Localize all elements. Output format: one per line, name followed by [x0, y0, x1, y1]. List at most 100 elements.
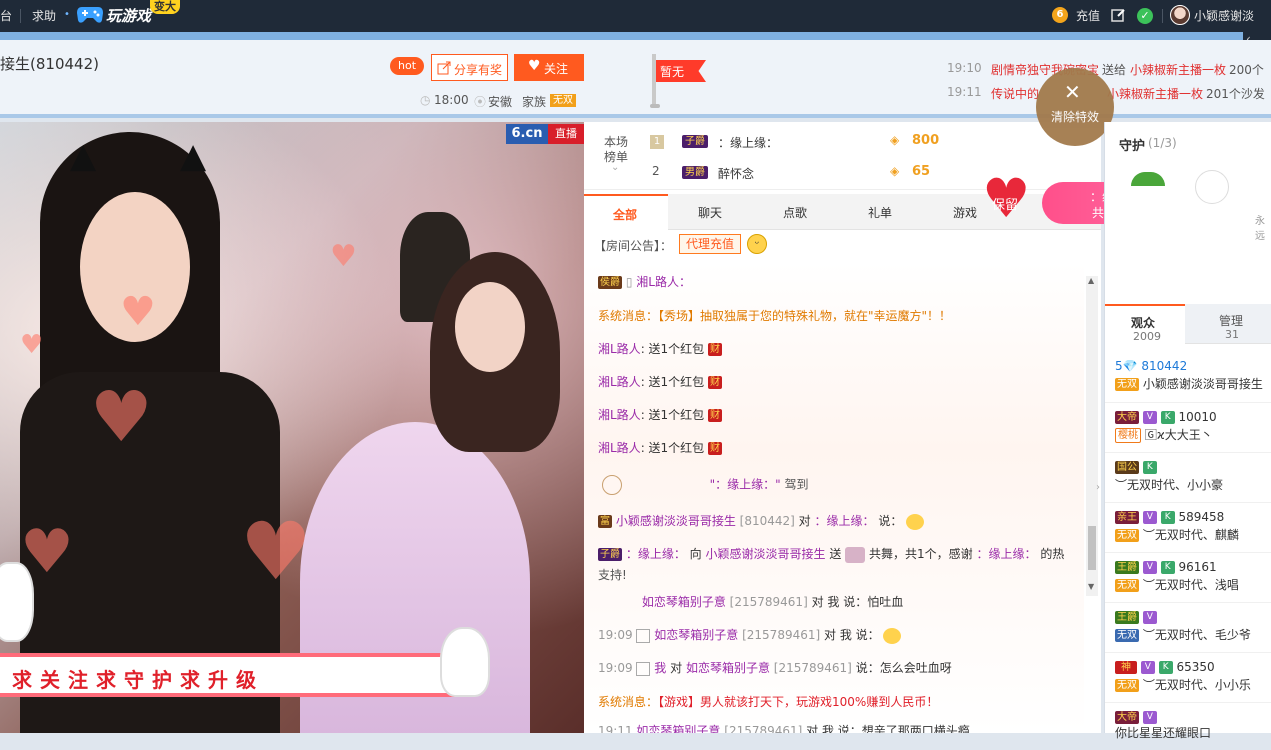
chat-username[interactable]: 小颖感谢淡淡哥哥接生: [616, 514, 736, 528]
user-id: [215789461]: [724, 724, 803, 733]
user-nickname: ︶无双时代、小小乐: [1142, 678, 1251, 692]
vip-icon: V: [1142, 711, 1157, 724]
noble-badge: 国公: [1115, 461, 1139, 474]
user-id: [810442]: [739, 514, 795, 528]
topbar-link-help[interactable]: 求助: [32, 8, 56, 24]
list-item[interactable]: 5💎 810442 无双 小颖感谢淡淡哥哥接生: [1105, 352, 1271, 400]
topbar-link-home[interactable]: 台: [0, 8, 12, 24]
rank-flag[interactable]: 暂无: [656, 60, 706, 82]
chat-username[interactable]: ：缘上缘：: [815, 514, 875, 528]
user-nickname: ︶无双时代、麒麟: [1142, 528, 1239, 542]
share-button[interactable]: 分享有奖: [431, 54, 508, 81]
chat-text: 共舞，共1个，感谢: [869, 547, 973, 561]
cat-ear-icon: ▲: [180, 136, 207, 176]
user-top: 王爵 V K 96161: [1115, 559, 1217, 575]
noble-badge: 富: [598, 515, 612, 528]
top-bar: 台 求助 • 玩游戏 变大 6 充值 ✓ 小颖感谢淡: [0, 0, 1271, 32]
family-badge[interactable]: 无双: [550, 94, 576, 107]
noble-badge: 子爵: [682, 135, 708, 148]
guard-count: (1/3): [1148, 136, 1177, 150]
chevron-down-icon[interactable]: ⌄: [611, 162, 619, 173]
video-player[interactable]: ▲ ▲ ♥ ♥ ♥ ♥ ♥ ♥ 6.cn 直播 求关注求守护求升级: [0, 122, 584, 733]
recharge-link[interactable]: 充值: [1076, 8, 1100, 24]
chat-username[interactable]: 湘L路人: [598, 375, 641, 389]
chat-username[interactable]: 湘L路人: [598, 342, 641, 356]
gamepad-icon: [77, 7, 103, 23]
clear-effects-button[interactable]: ✕ 清除特效: [1036, 68, 1114, 146]
agent-recharge-button[interactable]: 代理充值: [679, 234, 742, 254]
scroll-down-icon[interactable]: ▼: [1088, 582, 1094, 591]
keep-button[interactable]: ♥ 保留: [982, 172, 1030, 226]
red-packet-icon[interactable]: 财: [708, 376, 723, 389]
chat-username[interactable]: ：缘上缘：: [626, 547, 686, 561]
vip-icon: V: [1142, 561, 1157, 574]
tab-admin[interactable]: 管理 31: [1185, 304, 1271, 344]
clear-effects-label: 清除特效: [1051, 110, 1100, 124]
scroll-up-icon[interactable]: ▲: [1088, 276, 1094, 285]
list-item[interactable]: 大帝 V K 10010 樱桃 🄶ϰ大大王丶: [1105, 402, 1271, 450]
noble-badge: 大帝: [1115, 411, 1139, 424]
chat-username[interactable]: 小颖感谢淡淡哥哥接生: [706, 547, 826, 561]
system-text: 【秀场】抽取独属于您的特殊礼物，就在"幸运魔方"！！: [658, 309, 952, 323]
user-name[interactable]: 小颖感谢淡: [1194, 8, 1254, 24]
noble-badge: 王爵: [1115, 561, 1139, 574]
chat-username[interactable]: 我: [654, 661, 666, 675]
guard-avatar[interactable]: [1195, 170, 1229, 204]
system-text: 【游戏】男人就该打天下，玩游戏100%赚到人民币！: [658, 695, 939, 709]
list-item[interactable]: 王爵 V K 96161 无双 ︶无双时代、浅唱: [1105, 552, 1271, 600]
red-packet-icon[interactable]: 财: [708, 343, 723, 356]
heart-effect-icon: ♥: [90, 376, 153, 458]
chat-scrollbar[interactable]: ▲ ▼: [1086, 276, 1098, 596]
chat-username[interactable]: 如恋琴箱别子意: [654, 628, 738, 642]
chat-username[interactable]: 如恋琴箱别子意: [686, 661, 770, 675]
user-top: 国公 K: [1115, 459, 1157, 475]
keep-label: 保留: [992, 198, 1019, 213]
chat-username[interactable]: 湘L路人: [598, 408, 641, 422]
chat-username[interactable]: ：缘上缘：: [977, 547, 1037, 561]
tab-all[interactable]: 全部: [584, 194, 668, 230]
chat-time: 19:11: [598, 724, 633, 733]
header-divider: [0, 32, 1271, 40]
chat-username[interactable]: 如恋琴箱别子意: [642, 595, 726, 609]
chat-username[interactable]: 湘L路人: [598, 441, 641, 455]
heart-icon: ♥: [528, 58, 541, 74]
feed-mid: 送给: [1102, 63, 1127, 77]
list-item[interactable]: 国公 K ︶无双时代、小小豪: [1105, 452, 1271, 500]
list-item[interactable]: 神 V K 65350 无双 ︶无双时代、小小乐: [1105, 652, 1271, 700]
chat-message: 子爵 ：缘上缘： 向 小颖感谢淡淡哥哥接生 送 共舞，共1个，感谢 ：缘上缘： …: [598, 546, 1064, 563]
noble-badge: 男爵: [682, 166, 708, 179]
chat-text: 对 我 说：怕吐血: [811, 595, 904, 609]
scroll-thumb[interactable]: [1088, 526, 1096, 570]
tab-gifts[interactable]: 礼单: [838, 194, 923, 230]
tab-song[interactable]: 点歌: [753, 194, 838, 230]
noble-badge: 侯爵: [598, 276, 622, 289]
red-packet-icon[interactable]: 财: [708, 409, 723, 422]
chat-username[interactable]: "：缘上缘：": [710, 478, 781, 492]
tab-chat[interactable]: 聊天: [668, 194, 753, 230]
rank-name[interactable]: ：缘上缘：: [718, 134, 778, 151]
guard-avatar[interactable]: [1131, 172, 1165, 186]
chat-username[interactable]: 湘L路人：: [636, 275, 691, 289]
tab-label: 点歌: [783, 206, 808, 220]
rank-name[interactable]: 醉怀念: [718, 165, 754, 182]
clock-icon: ◷: [420, 93, 431, 107]
avatar[interactable]: [1170, 5, 1190, 25]
list-item[interactable]: 王爵 V 无双 ︶无双时代、毛少爷: [1105, 602, 1271, 650]
family-badge: 无双: [1115, 529, 1139, 542]
chat-message: 19:11 如恋琴箱别子意 [215789461] 对 我 说：想亲了那两口横头…: [598, 723, 970, 733]
user-id: [215789461]: [729, 595, 808, 609]
chevron-right-icon[interactable]: ›: [1096, 482, 1100, 493]
edit-icon[interactable]: [1111, 8, 1126, 23]
game-logo[interactable]: 玩游戏: [76, 2, 152, 28]
noble-badge: 亲王: [1115, 511, 1139, 524]
chat-username[interactable]: 如恋琴箱别子意: [636, 724, 720, 733]
tab-audience[interactable]: 观众 2009: [1105, 304, 1185, 344]
list-item[interactable]: 大帝 V 你比星星还耀眼口: [1105, 702, 1271, 750]
location-icon: ⦿: [474, 95, 487, 109]
red-packet-icon[interactable]: 财: [708, 442, 723, 455]
divider: [20, 9, 21, 23]
vip-icon: V: [1142, 611, 1157, 624]
list-item[interactable]: 亲王 V K 589458 无双 ︶无双时代、麒麟: [1105, 502, 1271, 550]
user-name: 无双 ︶无双时代、浅唱: [1115, 577, 1239, 593]
follow-button[interactable]: ♥ 关注: [514, 54, 584, 81]
